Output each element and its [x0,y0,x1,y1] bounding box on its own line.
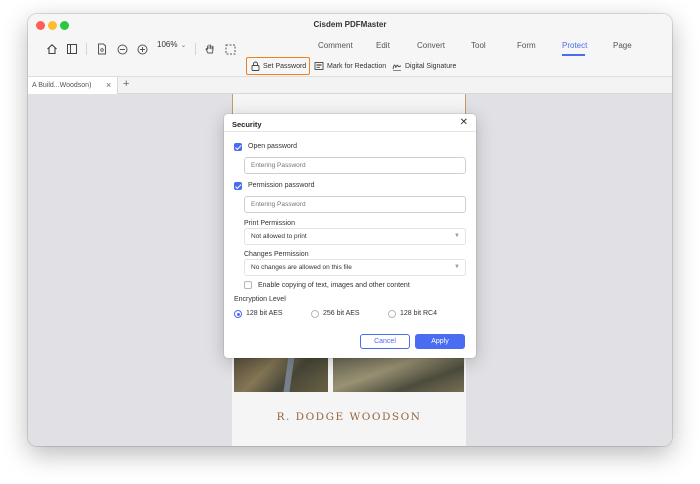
close-icon[interactable]: ✕ [460,117,468,128]
close-icon[interactable]: × [106,80,111,90]
zoom-level: 106% [157,40,178,49]
document-tab-label: A Build...Woodson) [32,82,92,89]
tab-tool[interactable]: Tool [471,41,486,50]
tab-comment[interactable]: Comment [318,41,353,50]
open-password-field[interactable] [244,157,466,174]
radio-128-rc4-label: 128 bit RC4 [400,310,437,317]
sidebar-toggle-icon[interactable] [65,42,79,56]
document-tab-bar: A Build...Woodson) × + [28,76,672,94]
toolbar-divider [195,43,196,55]
apply-button[interactable]: Apply [415,334,465,349]
app-window: Cisdem PDFMaster 106% ⌄ Comment Edit Con… [28,14,672,446]
changes-permission-label: Changes Permission [244,251,309,258]
permission-password-checkbox[interactable] [234,182,242,190]
digital-signature-label: Digital Signature [405,62,457,70]
tab-protect[interactable]: Protect [562,41,587,50]
dropdown-arrow-icon: ▼ [454,264,460,270]
dialog-title: Security [232,120,262,129]
mark-for-redaction-button[interactable]: Mark for Redaction [314,57,386,75]
set-password-button[interactable]: Set Password [246,57,311,75]
zoom-select[interactable]: 106% ⌄ [157,40,186,49]
title-bar: Cisdem PDFMaster [28,14,672,38]
hand-tool-icon[interactable] [203,42,217,56]
open-password-checkbox[interactable] [234,143,242,151]
tab-page[interactable]: Page [613,41,632,50]
mark-for-redaction-label: Mark for Redaction [327,62,387,70]
dialog-divider [224,131,476,132]
digital-signature-button[interactable]: Digital Signature [392,57,456,75]
tab-edit[interactable]: Edit [376,41,390,50]
permission-password-field[interactable] [244,196,466,213]
redaction-icon [314,61,324,71]
tab-form[interactable]: Form [517,41,536,50]
selection-tool-icon[interactable] [223,42,237,56]
print-permission-value: Not allowed to print [251,233,307,240]
toolbar-divider [86,43,87,55]
dropdown-arrow-icon: ▼ [454,233,460,239]
changes-permission-value: No changes are allowed on this file [251,264,352,271]
radio-256-aes-label: 256 bit AES [323,310,360,317]
radio-256-aes[interactable] [311,310,319,318]
enable-copying-label: Enable copying of text, images and other… [258,282,410,289]
zoom-out-icon[interactable] [116,42,128,56]
window-title: Cisdem PDFMaster [313,20,387,29]
active-tab-indicator [562,54,585,56]
radio-128-aes-label: 128 bit AES [246,310,283,317]
radio-128-rc4[interactable] [388,310,396,318]
zoom-in-icon[interactable] [136,42,148,56]
document-tab[interactable]: A Build...Woodson) × [28,77,118,94]
open-password-label: Open password [248,143,298,150]
encryption-level-label: Encryption Level [234,296,286,303]
print-permission-select[interactable]: Not allowed to print ▼ [244,228,466,245]
plus-icon[interactable]: + [123,78,129,90]
lock-icon [250,61,260,71]
enable-copying-checkbox[interactable] [244,281,252,289]
print-permission-label: Print Permission [244,220,295,227]
chevron-down-icon: ⌄ [180,42,187,49]
set-password-label: Set Password [263,62,307,70]
changes-permission-select[interactable]: No changes are allowed on this file ▼ [244,259,466,276]
radio-128-aes[interactable] [234,310,242,318]
security-dialog: Security ✕ Open password Permission pass… [224,114,476,358]
cancel-button[interactable]: Cancel [360,334,410,349]
signature-icon [392,61,402,71]
home-icon[interactable] [45,42,59,56]
permission-password-label: Permission password [248,182,315,189]
tab-convert[interactable]: Convert [417,41,445,50]
page-thumbnail-icon[interactable] [96,42,108,56]
